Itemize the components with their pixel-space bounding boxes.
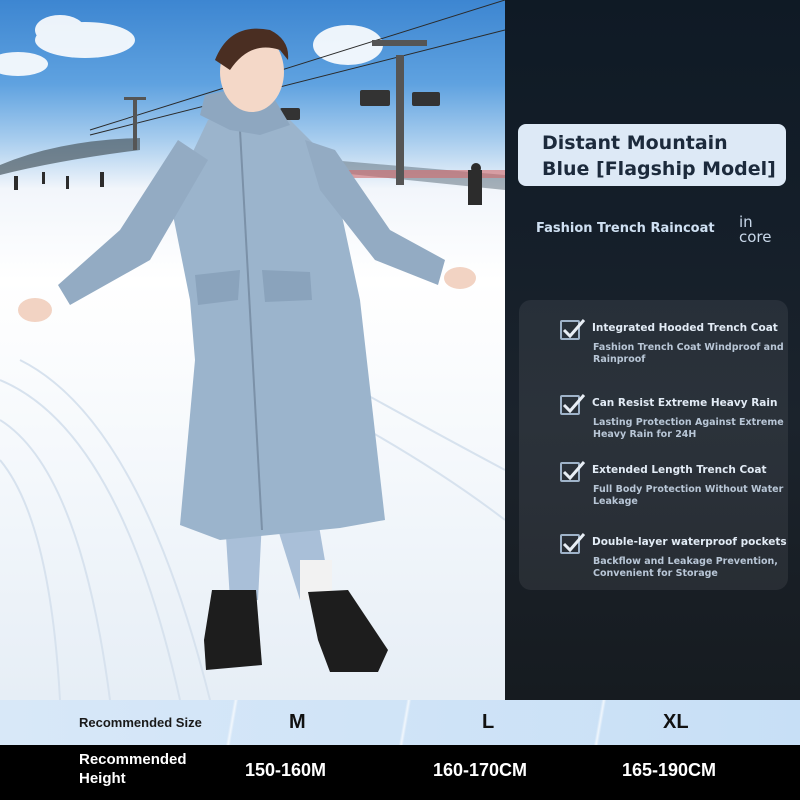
recommended-size-label: Recommended Size [79,715,202,730]
product-info-panel: Distant Mountain Blue [Flagship Model] F… [505,0,800,700]
feature-description: Fashion Trench Coat Windproof and Rainpr… [593,342,784,365]
brand-logo: in core [739,215,779,245]
feature-title: Integrated Hooded Trench Coat [592,322,778,334]
row-divider [385,700,425,745]
product-photo [0,0,505,700]
size-l: L [482,711,495,733]
feature-title: Double-layer waterproof pockets [592,536,787,548]
row-divider [580,700,620,745]
chairlifts [280,90,440,120]
height-l: 160-170CM [433,760,528,780]
height-xl: 165-190CM [622,760,717,780]
feature-description: Backflow and Leakage Prevention, Conveni… [593,556,778,579]
recommended-height-label-line1: Recommended [79,751,187,768]
clouds [0,15,383,76]
checkbox-checked-icon [560,461,586,482]
recommended-height-label-line2: Height [79,770,126,787]
product-title-box: Distant Mountain Blue [Flagship Model] [518,124,786,186]
ski-slope-scene [0,0,505,700]
size-row: Recommended Size M L XL [0,700,800,745]
product-title-line1: Distant Mountain [542,132,728,154]
feature-title: Can Resist Extreme Heavy Rain [592,397,778,409]
checkbox-checked-icon [560,319,586,340]
product-subtitle: Fashion Trench Raincoat [536,221,715,236]
height-row: Recommended Height 150-160M 160-170CM 16… [0,745,800,800]
row-divider [212,700,252,745]
recommended-height-label: Recommended Height [79,750,187,788]
feature-list: Integrated Hooded Trench Coat Fashion Tr… [519,300,788,590]
checkbox-checked-icon [560,394,586,415]
height-m: 150-160M [245,760,327,780]
feature-description: Full Body Protection Without Water Leaka… [593,484,784,507]
checkbox-checked-icon [560,533,586,554]
feature-description: Lasting Protection Against Extreme Heavy… [593,417,784,440]
brand-logo-line2: core [739,228,772,246]
feature-title: Extended Length Trench Coat [592,464,767,476]
size-m: M [289,711,306,733]
product-title-line2: Blue [Flagship Model] [542,158,776,180]
size-xl: XL [663,711,689,733]
